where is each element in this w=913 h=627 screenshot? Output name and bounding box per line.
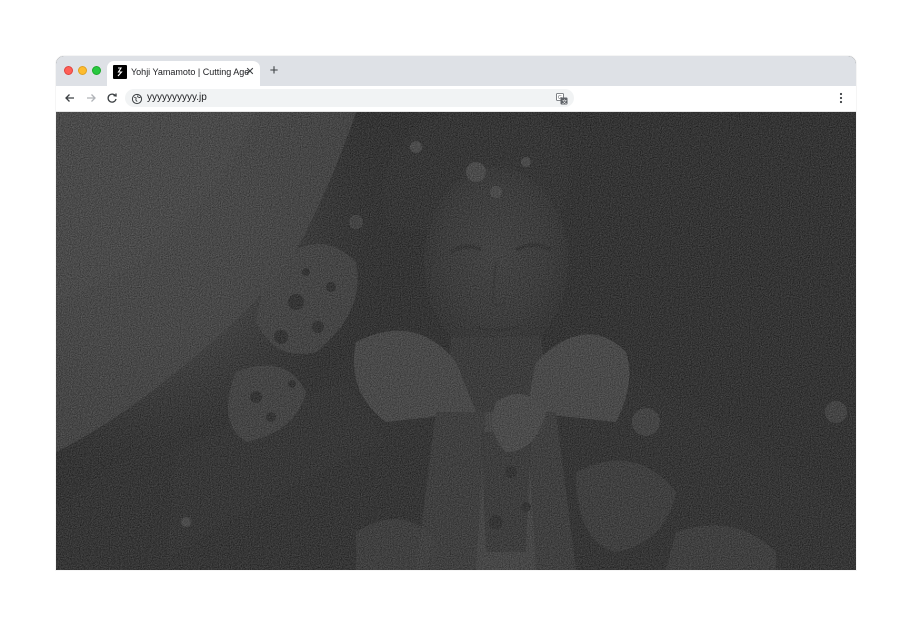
arrow-left-icon[interactable]	[61, 89, 79, 107]
translate-icon[interactable]: G 文	[556, 92, 568, 106]
browser-tab[interactable]: Yohji Yamamoto | Cutting Age ✕	[107, 61, 260, 86]
close-window-button[interactable]	[64, 66, 73, 75]
url-text[interactable]: yyyyyyyyyy.jp	[147, 92, 207, 104]
yohji-logo-icon	[113, 65, 127, 79]
arrow-right-icon[interactable]	[82, 89, 100, 107]
reload-icon[interactable]	[103, 89, 121, 107]
toolbar: yyyyyyyyyy.jp G 文	[56, 86, 856, 112]
tab-strip: Yohji Yamamoto | Cutting Age ✕ +	[56, 56, 856, 86]
minimize-window-button[interactable]	[78, 66, 87, 75]
zoom-window-button[interactable]	[92, 66, 101, 75]
hero-image	[56, 112, 856, 570]
tab-title: Yohji Yamamoto | Cutting Age	[131, 67, 250, 77]
close-icon[interactable]: ✕	[244, 65, 256, 79]
globe-icon[interactable]	[131, 92, 143, 105]
address-bar[interactable]: yyyyyyyyyy.jp G 文	[125, 89, 574, 107]
plus-icon[interactable]: +	[266, 62, 282, 80]
more-vertical-icon[interactable]	[833, 89, 849, 107]
browser-window: Yohji Yamamoto | Cutting Age ✕ + yyyyyyy…	[56, 56, 856, 570]
svg-text:文: 文	[562, 99, 567, 106]
